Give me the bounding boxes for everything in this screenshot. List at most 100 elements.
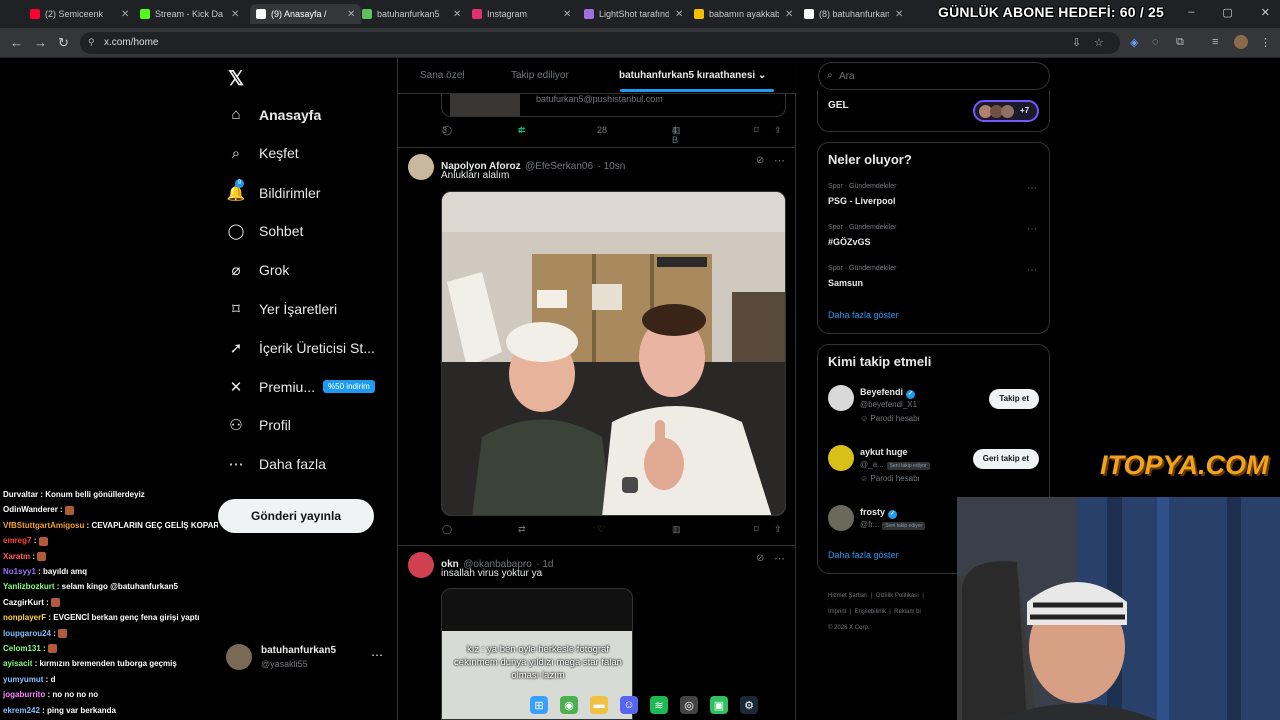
spotify-icon[interactable]: ≋ <box>650 696 668 714</box>
minimize-icon[interactable]: – <box>1188 6 1194 19</box>
author-handle[interactable]: @EfeSerkan06 <box>525 161 593 172</box>
back-icon[interactable]: ← <box>10 35 23 50</box>
install-app-icon[interactable]: ⇩ <box>1072 36 1081 49</box>
account-switcher[interactable]: batuhanfurkan5 @yasakli55 ⋯ <box>226 642 391 682</box>
x-logo-icon[interactable]: 𝕏 <box>228 66 244 91</box>
grok-explain-icon[interactable]: ⊘ <box>756 553 764 564</box>
footer-link[interactable]: Reklam bi <box>894 609 921 615</box>
chat-username[interactable]: ekrem242 <box>3 706 40 715</box>
follow-button[interactable]: Takip et <box>989 389 1039 409</box>
close-tab-icon[interactable]: ✕ <box>121 9 129 20</box>
grok-explain-icon[interactable]: ⊘ <box>756 155 764 166</box>
site-info-icon[interactable]: ⚲ <box>88 37 95 48</box>
community-card[interactable]: GEL +7 <box>817 90 1050 132</box>
trend-item[interactable]: Spor · Gündemdekiler PSG - Liverpool ⋯ <box>818 183 1049 223</box>
share-icon[interactable]: ⇪ <box>774 524 782 535</box>
trend-item[interactable]: Spor · Gündemdekiler #GÖZvGS ⋯ <box>818 224 1049 264</box>
nav-item-bookmark[interactable]: ⌑ Yer İşaretleri <box>226 300 337 318</box>
steam-icon[interactable]: ⚙ <box>740 696 758 714</box>
share-icon[interactable]: ⇪ <box>774 125 782 136</box>
follow-suggestion[interactable]: Beyefendi ✓ @beyefendi_X1 ☺ Parodi hesabı… <box>818 383 1049 431</box>
show-more-follows-link[interactable]: Daha fazla göster <box>828 550 899 560</box>
nav-item-chat[interactable]: ◯ Sohbet <box>226 222 304 240</box>
nav-item-home[interactable]: ⌂ Anasayfa <box>226 106 321 123</box>
trend-more-icon[interactable]: ⋯ <box>1027 265 1037 276</box>
nav-item-person[interactable]: ⚇ Profil <box>226 416 291 434</box>
avatar[interactable] <box>408 552 434 578</box>
chat-username[interactable]: Durvaltar <box>3 490 38 499</box>
post-button[interactable]: Gönderi yayınla <box>218 499 374 533</box>
close-tab-icon[interactable]: ✕ <box>231 9 239 20</box>
footer-link[interactable]: İmprint <box>828 609 846 615</box>
close-tab-icon[interactable]: ✕ <box>563 9 571 20</box>
footer-link[interactable]: Erişilebilirlik <box>855 609 886 615</box>
browser-tab[interactable]: (8) batuhanfurkan ✕ <box>804 4 903 24</box>
bookmark-icon[interactable]: ⌑ <box>754 524 759 535</box>
browser-tab[interactable]: (9) Anasayfa / ✕ <box>250 4 362 24</box>
chat-username[interactable]: OdinWanderer <box>3 505 58 514</box>
extension-icon-2[interactable]: ◌ <box>1152 36 1159 48</box>
chat-username[interactable]: loupgarou24 <box>3 629 51 638</box>
trend-more-icon[interactable]: ⋯ <box>1027 224 1037 235</box>
heart-icon[interactable]: ♡ <box>597 524 605 535</box>
chat-username[interactable]: Celom131 <box>3 644 41 653</box>
follow-back-button[interactable]: Geri takip et <box>972 449 1039 469</box>
bookmark-icon[interactable]: ⌑ <box>754 125 759 136</box>
tweet[interactable]: Napolyon Aforoz @EfeSerkan06 · 10sn ⊘ ⋯ … <box>398 148 796 544</box>
chat-username[interactable]: Xaratm <box>3 552 30 561</box>
reload-icon[interactable]: ↻ <box>58 35 69 51</box>
tweet-more-icon[interactable]: ⋯ <box>774 154 785 167</box>
discord-icon[interactable]: ☺ <box>620 696 638 714</box>
more-icon[interactable]: ⋯ <box>371 648 383 662</box>
avatar[interactable] <box>408 154 434 180</box>
nav-item-x-premium[interactable]: ✕ Premiu... %50 indirim <box>226 378 375 396</box>
chat-username[interactable]: Yanlizbozkurt <box>3 582 55 591</box>
tweet-time[interactable]: · 10sn <box>598 161 626 172</box>
views-icon[interactable]: ▥ <box>672 524 681 535</box>
chat-username[interactable]: VfBStuttgartAmigosu <box>3 521 84 530</box>
browser-tab[interactable]: LightShot tarafınd ✕ <box>584 4 683 24</box>
forward-icon[interactable]: → <box>34 35 47 50</box>
tab-for-you[interactable]: Sana özel <box>420 70 464 81</box>
browser-tab[interactable]: (2) Semiceenk ✕ <box>30 4 129 24</box>
footer-link[interactable]: Gizlilik Politikası <box>876 593 919 599</box>
browser-tab[interactable]: Instagram ✕ <box>472 4 571 24</box>
chat-username[interactable]: jogaburrito <box>3 690 45 699</box>
chat-username[interactable]: yumyumut <box>3 675 43 684</box>
tab-following[interactable]: Takip ediliyor <box>511 70 569 81</box>
folder-icon[interactable]: ▬ <box>590 696 608 714</box>
close-tab-icon[interactable]: ✕ <box>895 9 903 20</box>
repost-icon[interactable]: ⇄ <box>518 524 526 535</box>
close-tab-icon[interactable]: ✕ <box>785 9 793 20</box>
windows-icon[interactable]: ⊞ <box>530 696 548 714</box>
url-input[interactable]: ⚲ x.com/home <box>80 32 1120 54</box>
reading-list-icon[interactable]: ≡ <box>1212 36 1218 48</box>
close-tab-icon[interactable]: ✕ <box>453 9 461 20</box>
profile-avatar-icon[interactable] <box>1234 35 1248 49</box>
nav-item-search[interactable]: ⌕ Keşfet <box>226 145 299 162</box>
search-input[interactable]: ⌕ Ara <box>818 62 1050 90</box>
browser-tab[interactable]: batuhanfurkan5 ✕ <box>362 4 461 24</box>
obs-icon[interactable]: ◎ <box>680 696 698 714</box>
trend-more-icon[interactable]: ⋯ <box>1027 183 1037 194</box>
chat-username[interactable]: ayisacit <box>3 659 32 668</box>
browser-tab[interactable]: babamın ayakkab ✕ <box>694 4 793 24</box>
chat-username[interactable]: CazgirKurt <box>3 598 44 607</box>
bookmark-star-icon[interactable]: ☆ <box>1094 36 1104 49</box>
nav-item-rocket[interactable]: ➚ İçerik Üreticisi St... <box>226 339 375 357</box>
chat-username[interactable]: emreg7 <box>3 536 31 545</box>
reply-icon[interactable]: ◯ <box>442 524 452 535</box>
nav-item-grok[interactable]: ⌀ Grok <box>226 261 289 279</box>
close-window-icon[interactable]: ✕ <box>1261 6 1270 19</box>
kick-icon[interactable]: ▣ <box>710 696 728 714</box>
nav-item-bell[interactable]: 🔔 9 Bildirimler <box>226 178 320 202</box>
quoted-card[interactable]: batufurkan5@pushistanbul.com <box>441 94 786 117</box>
extension-icon[interactable]: ◈ <box>1130 36 1138 49</box>
tweet-photo[interactable] <box>441 191 786 516</box>
follow-suggestion[interactable]: aykut huge @_a... Seni takip ediyor ☺ Par… <box>818 443 1049 491</box>
maximize-icon[interactable]: ▢ <box>1222 6 1232 19</box>
close-tab-icon[interactable]: ✕ <box>675 9 683 20</box>
extensions-puzzle-icon[interactable]: ⧉ <box>1176 36 1184 49</box>
nav-item-more-circle[interactable]: ⋯ Daha fazla <box>226 455 326 473</box>
browser-tab[interactable]: Stream - Kick Da ✕ <box>140 4 239 24</box>
